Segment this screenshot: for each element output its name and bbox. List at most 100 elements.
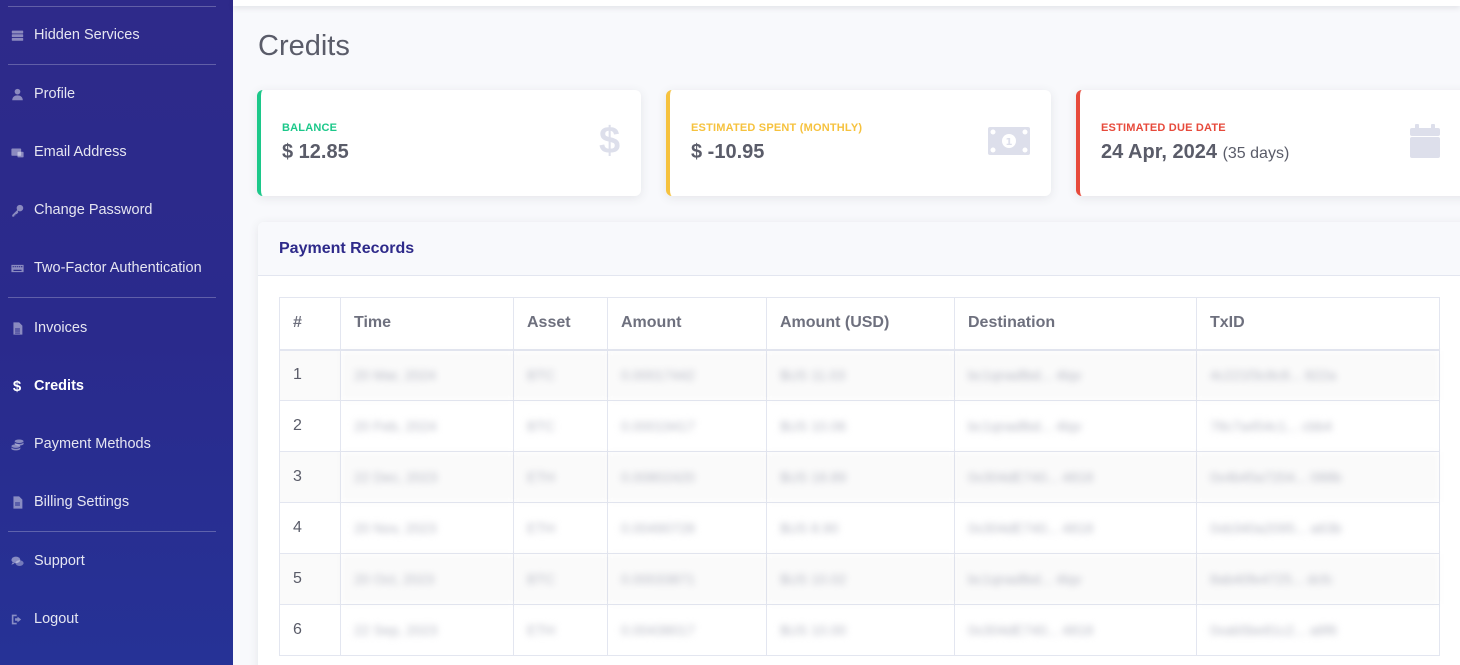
column-header-amount-usd[interactable]: Amount (USD) bbox=[766, 297, 955, 351]
sidebar-item-two-factor-authentication[interactable]: Two-Factor Authentication bbox=[0, 248, 233, 288]
row-asset: BTC bbox=[513, 400, 608, 452]
row-asset: ETH bbox=[513, 451, 608, 503]
column-header-time[interactable]: Time bbox=[340, 297, 514, 351]
row-asset: ETH bbox=[513, 604, 608, 656]
row-amount: 0.00033871 bbox=[607, 553, 767, 605]
sidebar: Hidden Services Profile Email Address Ch… bbox=[0, 0, 233, 665]
file-invoice-icon bbox=[10, 321, 24, 335]
payment-records-panel: Payment Records # Time Asset Amount Amou… bbox=[258, 222, 1460, 665]
sidebar-item-profile[interactable]: Profile bbox=[0, 74, 233, 114]
column-header-amount[interactable]: Amount bbox=[607, 297, 767, 351]
row-amount: 0.00017442 bbox=[607, 349, 767, 401]
column-header-index[interactable]: # bbox=[279, 297, 341, 351]
svg-text:1: 1 bbox=[1006, 137, 1013, 148]
sidebar-item-email-address[interactable]: Email Address bbox=[0, 132, 233, 172]
balance-value: $ 12.85 bbox=[282, 141, 349, 163]
table-row: 4 20 Nov, 2023 ETH 0.00490728 $US 8.90 0… bbox=[279, 502, 1440, 554]
row-index: 6 bbox=[279, 604, 341, 656]
sidebar-item-credits[interactable]: $ Credits bbox=[0, 366, 233, 406]
sidebar-item-payment-methods[interactable]: Payment Methods bbox=[0, 424, 233, 464]
row-amount-usd: $US 11.03 bbox=[766, 349, 955, 401]
sidebar-item-label: Support bbox=[34, 553, 85, 569]
sidebar-item-label: Change Password bbox=[34, 202, 153, 218]
due-date: 24 Apr, 2024 bbox=[1101, 141, 1218, 163]
sidebar-item-label: Invoices bbox=[34, 320, 88, 336]
sidebar-item-label: Payment Methods bbox=[34, 436, 151, 452]
topbar bbox=[233, 0, 1460, 6]
comments-icon bbox=[10, 554, 24, 568]
row-index: 4 bbox=[279, 502, 341, 554]
row-asset: BTC bbox=[513, 349, 608, 401]
row-amount: 0.00019417 bbox=[607, 400, 767, 452]
sidebar-divider bbox=[8, 297, 216, 298]
row-txid[interactable]: 0xb340a2095... a63b bbox=[1196, 502, 1440, 554]
row-amount-usd: $US 10.02 bbox=[766, 553, 955, 605]
table-row: 3 22 Dec, 2023 ETH 0.00802420 $US 18.89 … bbox=[279, 451, 1440, 503]
sidebar-item-support[interactable]: Support bbox=[0, 541, 233, 581]
payment-records-title: Payment Records bbox=[279, 239, 415, 257]
sidebar-item-label: Hidden Services bbox=[34, 27, 140, 43]
table-row: 2 20 Feb, 2024 BTC 0.00019417 $US 10.06 … bbox=[279, 400, 1440, 452]
dollar-icon: $ bbox=[12, 377, 22, 395]
estimated-spent-label: ESTIMATED SPENT (MONTHLY) bbox=[691, 122, 863, 134]
column-header-txid[interactable]: TxID bbox=[1196, 297, 1440, 351]
server-icon bbox=[10, 28, 24, 42]
row-time: 20 Feb, 2024 bbox=[340, 400, 514, 452]
estimated-spent-value: $ -10.95 bbox=[691, 141, 765, 163]
sidebar-item-hidden-services[interactable]: Hidden Services bbox=[0, 15, 233, 55]
row-asset: BTC bbox=[513, 553, 608, 605]
page-title: Credits bbox=[258, 30, 350, 62]
money-bill-icon: 1 bbox=[988, 127, 1030, 160]
sidebar-item-label: Email Address bbox=[34, 144, 127, 160]
row-txid[interactable]: 0x4b45a7204... 088b bbox=[1196, 451, 1440, 503]
row-amount-usd: $US 10.00 bbox=[766, 604, 955, 656]
balance-card: BALANCE $ 12.85 $ bbox=[257, 90, 641, 196]
row-amount-usd: $US 18.89 bbox=[766, 451, 955, 503]
table-row: 6 22 Sep, 2023 ETH 0.00438017 $US 10.00 … bbox=[279, 604, 1440, 656]
sidebar-divider bbox=[8, 64, 216, 65]
table-row: 5 20 Oct, 2023 BTC 0.00033871 $US 10.02 … bbox=[279, 553, 1440, 605]
row-amount-usd: $US 8.90 bbox=[766, 502, 955, 554]
estimated-due-date-label: ESTIMATED DUE DATE bbox=[1101, 122, 1226, 134]
row-index: 5 bbox=[279, 553, 341, 605]
estimated-due-date-card: ESTIMATED DUE DATE 24 Apr, 2024 (35 days… bbox=[1076, 90, 1460, 196]
estimated-due-date-value: 24 Apr, 2024 (35 days) bbox=[1101, 141, 1289, 164]
column-header-destination[interactable]: Destination bbox=[954, 297, 1197, 351]
row-index: 2 bbox=[279, 400, 341, 452]
row-destination: 0x304dE740... 4818 bbox=[954, 502, 1197, 554]
sidebar-item-invoices[interactable]: Invoices bbox=[0, 308, 233, 348]
row-txid[interactable]: 0xab5be81c2... a8f6 bbox=[1196, 604, 1440, 656]
row-amount: 0.00490728 bbox=[607, 502, 767, 554]
row-time: 20 Nov, 2023 bbox=[340, 502, 514, 554]
row-amount-usd: $US 10.06 bbox=[766, 400, 955, 452]
payment-records-header: Payment Records bbox=[258, 222, 1460, 276]
row-amount: 0.00438017 bbox=[607, 604, 767, 656]
sidebar-item-change-password[interactable]: Change Password bbox=[0, 190, 233, 230]
row-destination: 0x304dE740... 4818 bbox=[954, 451, 1197, 503]
sidebar-item-label: Two-Factor Authentication bbox=[34, 260, 202, 276]
row-destination: bc1qnadlbd... 4lqv bbox=[954, 553, 1197, 605]
sidebar-divider bbox=[8, 531, 216, 532]
row-time: 20 Oct, 2023 bbox=[340, 553, 514, 605]
estimated-spent-card: ESTIMATED SPENT (MONTHLY) $ -10.95 1 bbox=[666, 90, 1051, 196]
sidebar-item-label: Credits bbox=[34, 378, 84, 394]
column-header-asset[interactable]: Asset bbox=[513, 297, 608, 351]
row-txid[interactable]: 78c7a454c1... cbb4 bbox=[1196, 400, 1440, 452]
dollar-icon: $ bbox=[599, 120, 621, 162]
row-index: 1 bbox=[279, 349, 341, 401]
sidebar-item-label: Logout bbox=[34, 611, 79, 627]
row-destination: bc1qnadlbd... 4lqv bbox=[954, 349, 1197, 401]
row-txid[interactable]: 8ab40fe4725... dcfc bbox=[1196, 553, 1440, 605]
coins-icon bbox=[10, 437, 24, 451]
sidebar-item-label: Profile bbox=[34, 86, 76, 102]
sign-out-icon bbox=[10, 612, 24, 626]
row-destination: bc1qnadlbd... 4lqv bbox=[954, 400, 1197, 452]
file-icon bbox=[10, 495, 24, 509]
keyboard-icon bbox=[10, 261, 24, 275]
mail-icon bbox=[10, 145, 24, 159]
table-row: 1 20 Mar, 2024 BTC 0.00017442 $US 11.03 … bbox=[279, 349, 1440, 401]
sidebar-item-billing-settings[interactable]: Billing Settings bbox=[0, 482, 233, 522]
sidebar-item-logout[interactable]: Logout bbox=[0, 599, 233, 639]
row-time: 22 Dec, 2023 bbox=[340, 451, 514, 503]
row-txid[interactable]: 4c221f3c8c8... 822a bbox=[1196, 349, 1440, 401]
